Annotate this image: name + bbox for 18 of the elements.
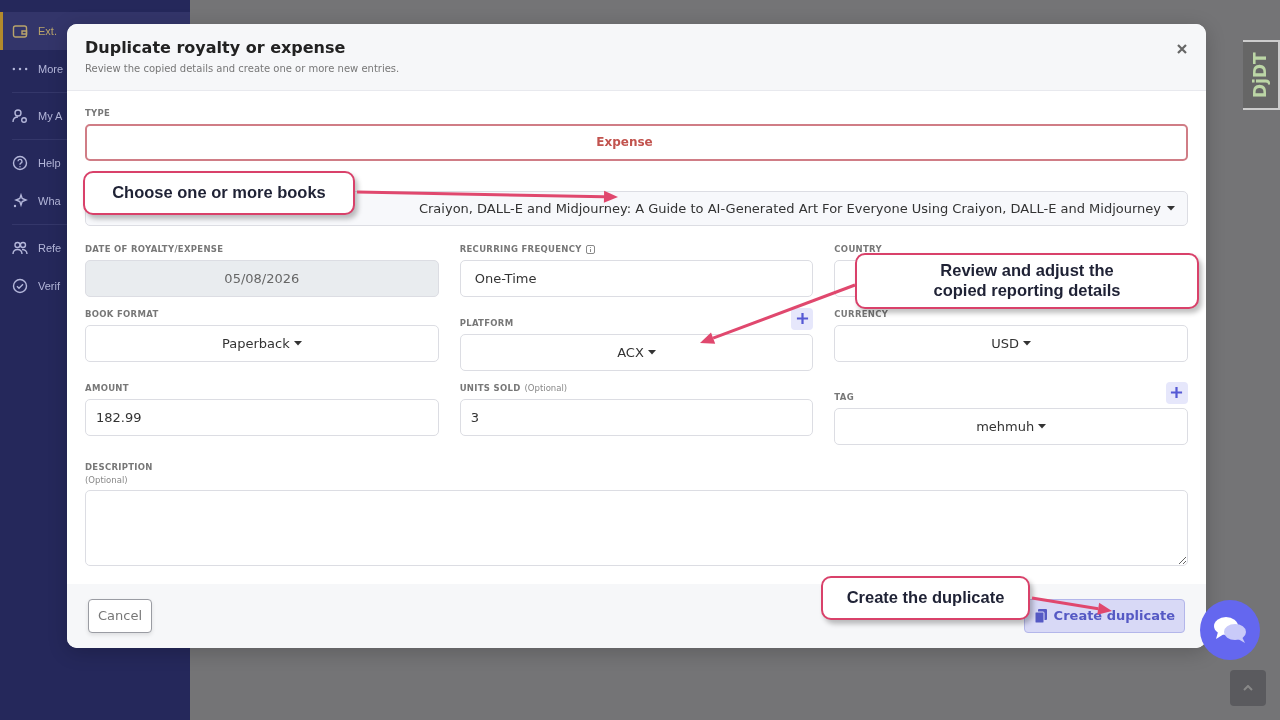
annotation-tooltip: Choose one or more books: [83, 171, 355, 215]
field-label: UNITS SOLD: [459, 382, 521, 395]
modal-title: Duplicate royalty or expense: [85, 38, 347, 58]
field-label: AMOUNT: [85, 382, 129, 395]
field-label: DESCRIPTION: [85, 460, 154, 474]
field-label: DATE OF ROYALTY/EXPENSE: [85, 243, 224, 256]
field-hint: (Optional): [524, 382, 568, 395]
modal-subtitle: Review the copied details and create one or more new entries.: [85, 62, 400, 77]
field-label: TAG: [834, 391, 854, 404]
field-label: CURRENCY: [834, 308, 889, 321]
field-label: BOOK FORMAT: [85, 308, 159, 321]
field-label: TYPE: [85, 107, 112, 120]
annotation-tooltip: Review and adjust the copied reporting details: [855, 253, 1199, 309]
field-hint: (Optional): [85, 473, 129, 487]
annotation-tooltip: Create the duplicate: [821, 576, 1030, 620]
field-label: PLATFORM: [459, 317, 514, 330]
field-label: RECURRING FREQUENCY: [459, 243, 582, 256]
field-label: COUNTRY: [834, 243, 882, 256]
